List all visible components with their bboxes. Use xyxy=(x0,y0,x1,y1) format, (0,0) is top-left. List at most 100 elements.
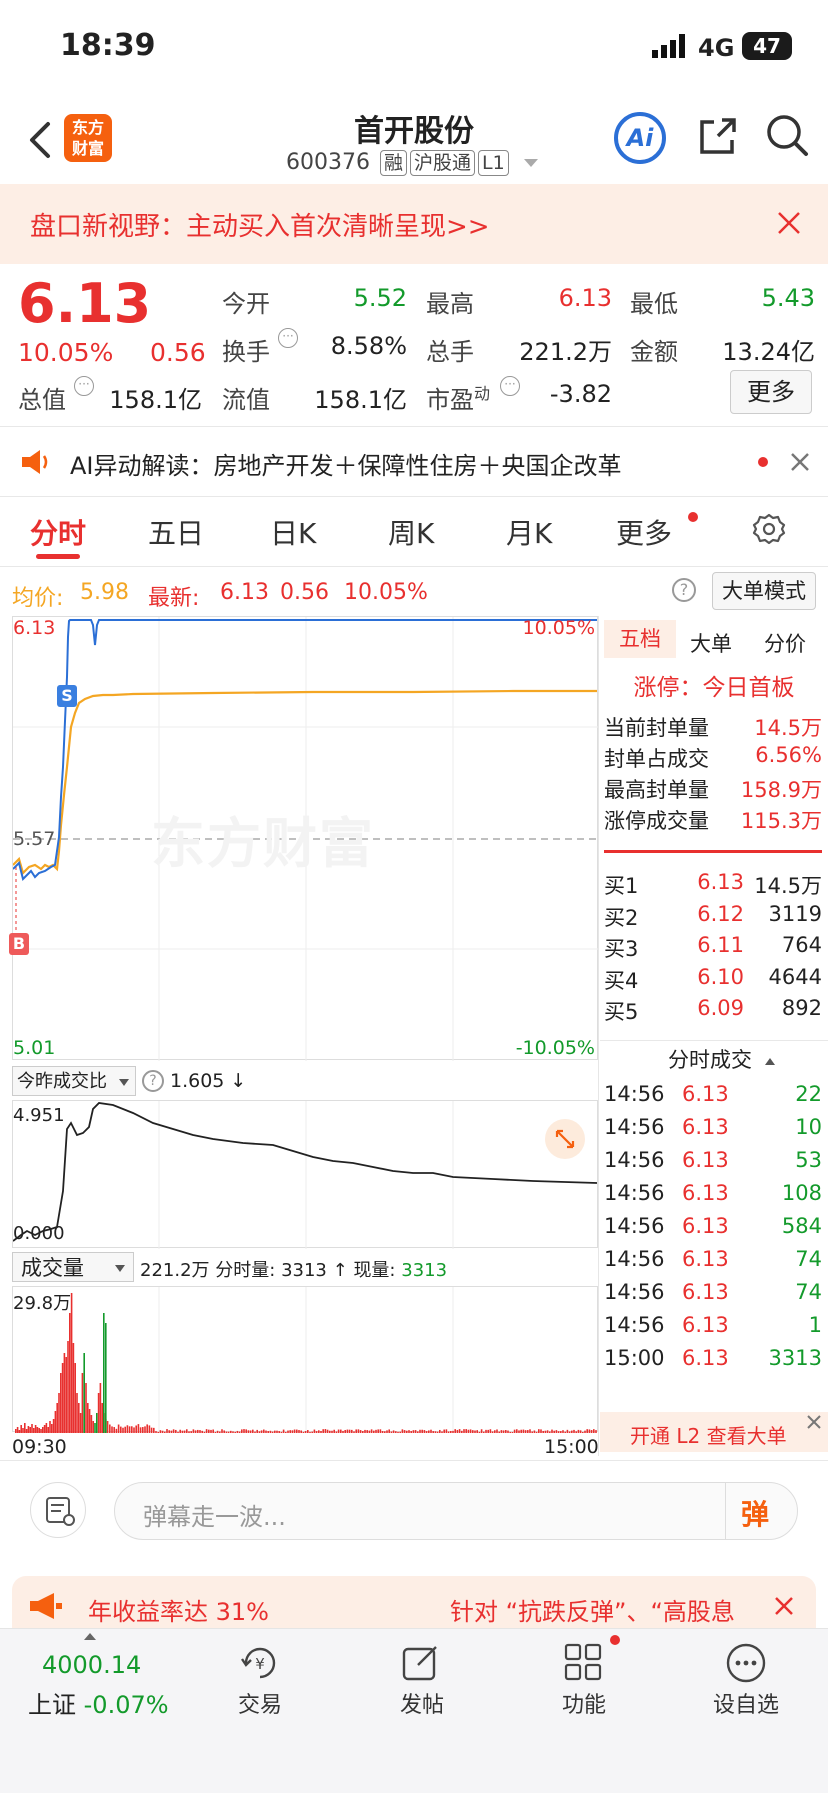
danmu-input[interactable]: 弹幕走一波... 弹 xyxy=(114,1482,798,1540)
volume-bar xyxy=(28,1426,30,1433)
tab-five-day[interactable]: 五日 xyxy=(148,512,204,552)
side-tab-price-distribution[interactable]: 分价 xyxy=(764,628,806,658)
trade-row: 14:56 6.13 584 xyxy=(604,1214,822,1238)
volume-bar xyxy=(87,1403,89,1433)
help-icon[interactable]: ? xyxy=(672,578,696,602)
volume-bar xyxy=(534,1430,536,1433)
volume-bar xyxy=(46,1423,48,1433)
bid-row[interactable]: 买5 6.09 892 xyxy=(604,996,822,1026)
volume-dropdown[interactable]: 成交量 xyxy=(12,1252,134,1282)
nav-trade[interactable]: ¥ 交易 xyxy=(200,1629,320,1719)
share-icon[interactable] xyxy=(696,114,740,158)
volume-chart[interactable]: 29.8万 xyxy=(12,1286,598,1432)
volume-bar xyxy=(465,1429,467,1433)
promo-banner[interactable]: 年收益率达 31% 针对 “抗跌反弹”、“高股息 xyxy=(12,1576,816,1636)
volume-bar xyxy=(195,1430,197,1433)
trade-row: 14:56 6.13 74 xyxy=(604,1280,822,1304)
buy-marker[interactable]: B xyxy=(9,933,29,955)
bid-row[interactable]: 买4 6.10 4644 xyxy=(604,965,822,995)
settings-gear-icon[interactable] xyxy=(752,512,786,546)
close-icon[interactable] xyxy=(774,1596,794,1616)
volume-total: 221.2万 xyxy=(140,1260,210,1281)
more-button[interactable]: 更多 xyxy=(730,370,812,414)
bid-row[interactable]: 买1 6.13 14.5万 xyxy=(604,870,822,900)
volume-bar xyxy=(516,1429,518,1433)
search-icon[interactable] xyxy=(764,112,810,158)
trades-title[interactable]: 分时成交 xyxy=(668,1044,775,1074)
volume-bar xyxy=(580,1430,582,1433)
volume-bar xyxy=(547,1430,549,1433)
volume-bar xyxy=(58,1393,60,1433)
expand-icon[interactable] xyxy=(545,1119,585,1159)
open-value: 5.52 xyxy=(300,284,407,312)
info-icon[interactable]: ··· xyxy=(500,376,520,396)
danmu-toggle-button[interactable]: 弹 xyxy=(741,1493,769,1533)
big-order-mode-button[interactable]: 大单模式 xyxy=(712,572,816,610)
tab-daily-k[interactable]: 日K xyxy=(270,512,316,552)
nav-post-label: 发帖 xyxy=(362,1687,482,1719)
volume-bar xyxy=(201,1431,203,1433)
trade-row: 14:56 6.13 53 xyxy=(604,1148,822,1172)
nav-watchlist[interactable]: 设自选 xyxy=(686,1629,806,1719)
trade-volume: 1 xyxy=(809,1313,822,1337)
nav-post[interactable]: 发帖 xyxy=(362,1629,482,1719)
volume-bar xyxy=(369,1431,371,1433)
bid-volume: 4644 xyxy=(769,965,822,989)
nav-functions[interactable]: 功能 xyxy=(524,1629,644,1719)
ai-news-bar[interactable]: AI异动解读：房地产开发＋保障性住房＋央国企改革 xyxy=(0,428,828,496)
volume-bar xyxy=(283,1430,285,1433)
tab-monthly-k[interactable]: 月K xyxy=(506,512,552,552)
volume-bar xyxy=(146,1424,148,1433)
feature-banner[interactable]: 盘口新视野：主动买入首次清晰呈现>> xyxy=(0,184,828,264)
volume-bar xyxy=(531,1431,533,1433)
close-icon[interactable] xyxy=(806,1414,822,1430)
ratio-chart[interactable]: 4.951 0.000 xyxy=(12,1100,598,1248)
l2-promo-bar[interactable]: 开通 L2 查看大单 xyxy=(600,1412,828,1452)
close-icon[interactable] xyxy=(790,452,810,472)
ai-assistant-button[interactable]: Ai xyxy=(614,112,666,164)
help-icon[interactable]: ? xyxy=(142,1070,164,1092)
volume-bar xyxy=(437,1432,439,1433)
banner-text: 盘口新视野：主动买入首次清晰呈现>> xyxy=(30,206,490,243)
stat-label: 最高封单量 xyxy=(604,778,709,802)
volume-bar xyxy=(127,1425,129,1433)
side-tab-five-levels[interactable]: 五档 xyxy=(604,620,676,658)
volume-bar xyxy=(322,1429,324,1433)
danmu-placeholder: 弹幕走一波... xyxy=(143,1497,286,1532)
volume-bar xyxy=(406,1431,408,1433)
volume-bar xyxy=(362,1431,364,1433)
volume-bar xyxy=(514,1430,516,1433)
index-ticker[interactable]: 4000.14 上证 -0.07% xyxy=(20,1629,180,1719)
volume-bar xyxy=(388,1429,390,1433)
sell-marker[interactable]: S xyxy=(57,685,77,707)
price-chart[interactable]: 东方财富 6.13 5.57 5.01 10.05% -10.05% S B xyxy=(12,616,598,1060)
tab-weekly-k[interactable]: 周K xyxy=(388,512,434,552)
nav-functions-label: 功能 xyxy=(524,1687,644,1719)
volume-bar xyxy=(168,1430,170,1433)
trade-row: 14:56 6.13 1 xyxy=(604,1313,822,1337)
volume-bar xyxy=(287,1431,289,1433)
float-cap-label: 流值 xyxy=(222,380,270,415)
volume-bar xyxy=(96,1413,98,1433)
ratio-dropdown[interactable]: 今昨成交比 xyxy=(12,1066,136,1096)
bid-row[interactable]: 买3 6.11 764 xyxy=(604,933,822,963)
volume-bar xyxy=(40,1429,42,1433)
ai-news-text: AI异动解读：房地产开发＋保障性住房＋央国企改革 xyxy=(70,446,622,481)
tab-more[interactable]: 更多 xyxy=(616,512,672,552)
side-tab-big-orders[interactable]: 大单 xyxy=(690,628,732,658)
volume-bar xyxy=(252,1430,254,1433)
bid-row[interactable]: 买2 6.12 3119 xyxy=(604,902,822,932)
volume-bar xyxy=(538,1429,540,1433)
close-icon[interactable] xyxy=(776,210,802,236)
danmu-list-icon[interactable] xyxy=(30,1482,86,1538)
trade-row: 14:56 6.13 22 xyxy=(604,1082,822,1106)
unread-dot xyxy=(688,512,698,522)
trade-volume: 74 xyxy=(795,1280,822,1304)
tab-intraday[interactable]: 分时 xyxy=(30,512,86,552)
info-icon[interactable]: ··· xyxy=(278,328,298,348)
edit-icon xyxy=(400,1641,444,1685)
info-icon[interactable]: ··· xyxy=(74,376,94,396)
volume-bar xyxy=(305,1431,307,1433)
volume-bar xyxy=(230,1431,232,1433)
stock-code-row[interactable]: 600376 融沪股通 L1 xyxy=(286,150,538,176)
